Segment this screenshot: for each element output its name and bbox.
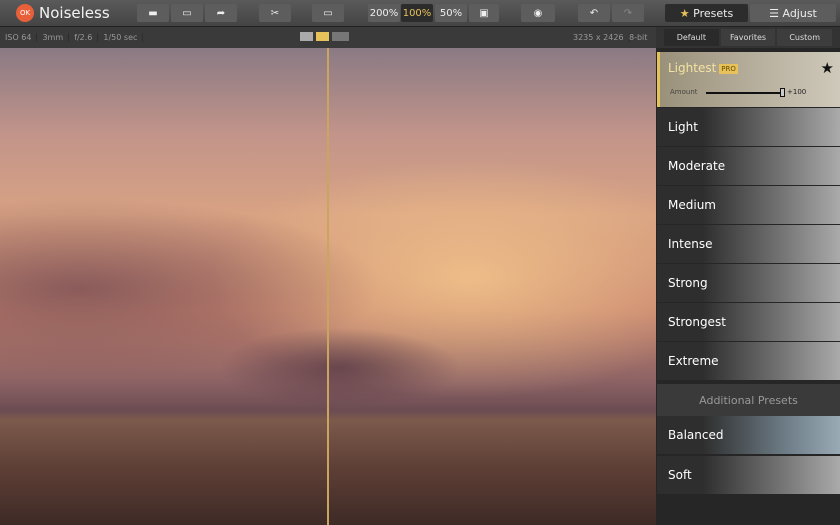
favorite-star-icon[interactable]: ★ <box>821 59 834 77</box>
undo-button[interactable]: ↶ <box>578 4 610 22</box>
app-title: Noiseless <box>39 4 110 22</box>
preset-label: Light <box>668 120 698 134</box>
preset-soft[interactable]: Soft <box>657 456 840 494</box>
fit-screen-icon: ▣ <box>479 7 489 19</box>
preset-light[interactable]: Light <box>657 108 840 146</box>
preset-lightest[interactable]: Lightest PRO ★ Amount +100 <box>657 52 840 107</box>
preset-medium[interactable]: Medium <box>657 186 840 224</box>
pro-badge: PRO <box>719 63 738 74</box>
focal-length: 3mm <box>37 33 70 42</box>
preset-balanced[interactable]: Balanced <box>657 416 840 454</box>
folder-icon: ▬ <box>148 7 158 19</box>
zoom-50-button[interactable]: 50% <box>435 4 467 22</box>
iso: ISO 64 <box>0 33 38 42</box>
zoom-200-button[interactable]: 200% <box>368 4 400 22</box>
adjust-tab[interactable]: ☰ Adjust <box>750 4 836 22</box>
tab-default[interactable]: Default <box>664 29 719 46</box>
info-bar: ISO 64 3mm f/2.6 1/50 sec 3235 x 2426 8-… <box>0 27 656 48</box>
additional-presets-header: Additional Presets <box>657 384 840 416</box>
adjust-label: Adjust <box>782 6 817 20</box>
redo-button[interactable]: ↷ <box>612 4 644 22</box>
layers-icon: ▭ <box>182 7 192 19</box>
logo-icon: OK <box>16 4 34 22</box>
toolbar: OK Noiseless ▬ ▭ ➦ ✂ ▭ 200% 100% 50% ▣ ◉ … <box>0 0 840 27</box>
split-view-button[interactable]: ✂ <box>259 4 291 22</box>
window-icon: ▭ <box>323 7 333 19</box>
preset-moderate[interactable]: Moderate <box>657 147 840 185</box>
side-by-side-button[interactable] <box>332 32 349 41</box>
bit-depth: 8-bit <box>629 33 648 42</box>
split-divider-handle[interactable] <box>327 48 329 525</box>
scissors-icon: ✂ <box>270 7 280 19</box>
preset-label: Moderate <box>668 159 726 173</box>
batch-button[interactable]: ▭ <box>171 4 203 22</box>
amount-label: Amount <box>670 88 698 96</box>
export-button[interactable]: ➦ <box>205 4 237 22</box>
amount-slider-handle[interactable] <box>780 88 785 97</box>
preset-label: Medium <box>668 198 716 212</box>
app-logo: OK Noiseless <box>16 4 110 22</box>
preset-label: Balanced <box>668 428 724 442</box>
preset-extreme[interactable]: Extreme <box>657 342 840 380</box>
amount-slider[interactable] <box>706 92 782 94</box>
image-dimensions: 3235 x 2426 <box>568 33 630 42</box>
zoom-100-button[interactable]: 100% <box>401 4 433 22</box>
preset-label: Strongest <box>668 315 726 329</box>
share-icon: ➦ <box>216 7 226 19</box>
preview-button[interactable]: ◉ <box>521 4 555 22</box>
redo-icon: ↷ <box>623 7 633 19</box>
preset-strongest[interactable]: Strongest <box>657 303 840 341</box>
preset-label: Extreme <box>668 354 719 368</box>
aperture: f/2.6 <box>69 33 99 42</box>
preset-label: Soft <box>668 468 692 482</box>
presets-label: Presets <box>693 6 734 20</box>
compare-button[interactable]: ▭ <box>312 4 344 22</box>
sliders-icon: ☰ <box>769 6 779 20</box>
star-icon: ★ <box>679 6 690 20</box>
presets-tab[interactable]: ★ Presets <box>665 4 748 22</box>
eye-icon: ◉ <box>533 7 543 19</box>
split-view-toggle[interactable] <box>316 32 329 41</box>
fit-button[interactable]: ▣ <box>469 4 499 22</box>
open-button[interactable]: ▬ <box>137 4 169 22</box>
amount-value: +100 <box>787 88 807 96</box>
preset-name: Lightest <box>668 61 717 75</box>
tab-favorites[interactable]: Favorites <box>720 29 776 46</box>
shutter: 1/50 sec <box>98 33 144 42</box>
preset-strong[interactable]: Strong <box>657 264 840 302</box>
preset-label: Strong <box>668 276 708 290</box>
presets-panel: Default Favorites Custom Lightest PRO ★ A… <box>656 27 840 525</box>
tab-custom[interactable]: Custom <box>777 29 833 46</box>
preset-label: Intense <box>668 237 713 251</box>
undo-icon: ↶ <box>589 7 599 19</box>
preset-intense[interactable]: Intense <box>657 225 840 263</box>
single-view-button[interactable] <box>300 32 313 41</box>
